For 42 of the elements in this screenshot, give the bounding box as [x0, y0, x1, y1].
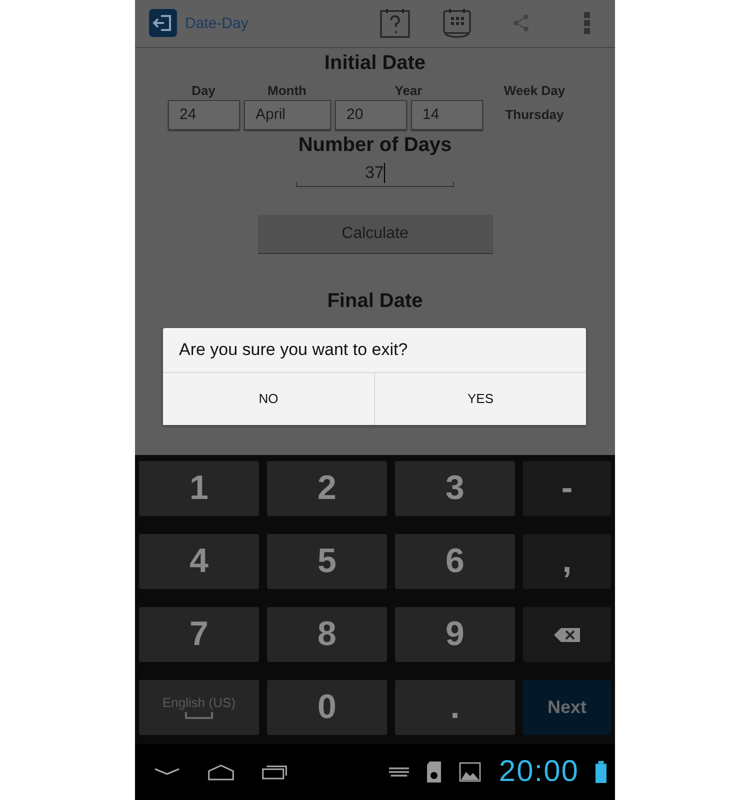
image-icon [458, 762, 481, 782]
input-field[interactable]: April [244, 100, 330, 130]
key-button[interactable]: 9 [395, 607, 515, 662]
input-field[interactable]: 20 [334, 100, 406, 130]
key-button[interactable]: , [523, 534, 611, 590]
app-icon[interactable] [149, 9, 177, 38]
key-button[interactable]: 1 [139, 461, 259, 516]
backspace-key[interactable] [523, 607, 611, 662]
key-button[interactable]: 4 [139, 534, 259, 590]
input-field[interactable]: 24 [168, 100, 240, 130]
key-button[interactable]: - [523, 461, 611, 516]
key-button[interactable]: 7 [139, 607, 259, 662]
space-bar-icon [185, 712, 213, 720]
key-button[interactable]: 0 [267, 680, 387, 736]
keyboard-icon [388, 767, 409, 778]
next-key[interactable]: Next [523, 680, 611, 736]
clock-time: 20:00 [498, 755, 579, 790]
battery-icon [595, 761, 607, 784]
field-label: Week Day [502, 82, 566, 98]
input-field[interactable]: 37 [296, 160, 454, 187]
key-button[interactable]: 2 [267, 461, 387, 516]
app-title: Date-Day [185, 14, 248, 32]
input-field[interactable]: 14 [410, 100, 482, 130]
sd-card-icon [426, 761, 441, 784]
key-button[interactable]: 3 [395, 461, 515, 516]
key-button[interactable]: 8 [267, 607, 387, 662]
key-button[interactable]: . [395, 680, 515, 736]
home-icon[interactable] [207, 762, 235, 782]
field-label: Day [190, 82, 216, 98]
key-button[interactable]: 6 [395, 534, 515, 590]
field-label: Year [394, 82, 424, 98]
help-icon[interactable] [379, 7, 411, 40]
dialog-button[interactable]: YES [374, 372, 586, 425]
calendar-icon[interactable] [441, 7, 473, 40]
section-heading: Final Date [327, 290, 423, 313]
dialog-button[interactable]: NO [163, 372, 374, 425]
section-heading: Number of Days [298, 134, 452, 157]
backspace-icon [553, 626, 581, 643]
field-label: Month [266, 82, 308, 98]
section-heading: Initial Date [324, 52, 426, 75]
week-day-value: Thursday [504, 107, 565, 122]
key-button[interactable]: 5 [267, 534, 387, 590]
